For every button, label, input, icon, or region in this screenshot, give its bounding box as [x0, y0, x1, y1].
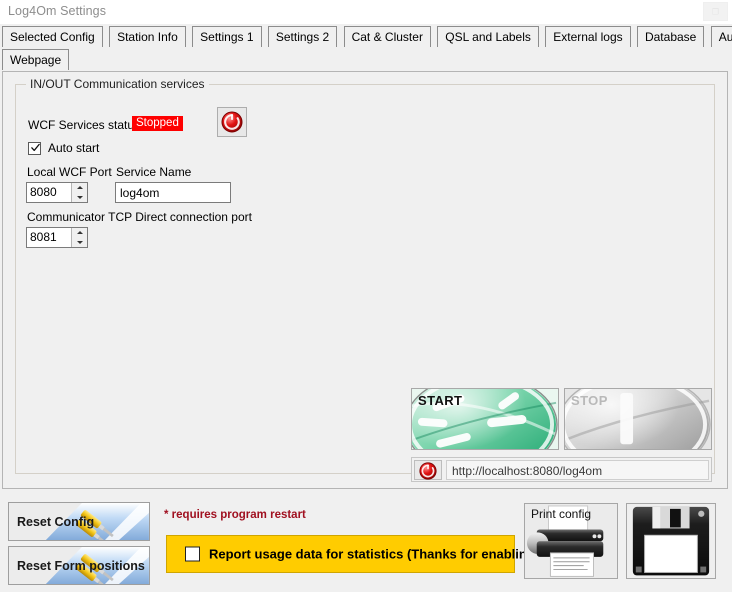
- arrow-up-icon: [76, 231, 83, 234]
- local-wcf-port-label: Local WCF Port: [27, 165, 112, 179]
- wcf-status-label: WCF Services status: [28, 118, 141, 132]
- tab-row-1: Selected Config Station Info Settings 1 …: [2, 26, 732, 47]
- restore-icon: ❐: [711, 7, 720, 16]
- report-usage-checkbox[interactable]: [185, 546, 200, 562]
- reset-config-label: Reset Config: [17, 514, 95, 529]
- tab-cat-and-cluster[interactable]: Cat & Cluster: [343, 26, 431, 47]
- stop-service-button[interactable]: STOP: [564, 388, 712, 450]
- save-config-button[interactable]: [626, 503, 716, 579]
- local-wcf-port-spin-buttons[interactable]: [71, 183, 87, 202]
- groupbox-title: IN/OUT Communication services: [26, 77, 209, 91]
- tcp-direct-port-label: Communicator TCP Direct connection port: [27, 210, 252, 224]
- floppy-disk-icon: [627, 504, 715, 578]
- arrow-down-icon: [76, 195, 83, 199]
- arrow-up-icon: [76, 186, 83, 189]
- title-bar: Log4Om Settings ❐: [0, 0, 732, 24]
- service-name-input[interactable]: log4om: [115, 182, 231, 203]
- tcp-direct-port-increment[interactable]: [72, 228, 87, 238]
- reset-config-button[interactable]: Reset Config: [8, 502, 150, 541]
- service-url-bar: http://localhost:8080/log4om: [411, 457, 712, 482]
- arrow-down-icon: [76, 240, 83, 244]
- local-wcf-port-spinner[interactable]: 8080: [26, 182, 88, 203]
- service-url-input[interactable]: http://localhost:8080/log4om: [446, 460, 709, 480]
- tab-database[interactable]: Database: [636, 26, 705, 47]
- reset-form-positions-label: Reset Form positions: [17, 558, 145, 573]
- restore-window-button[interactable]: ❐: [703, 2, 728, 21]
- local-wcf-port-decrement[interactable]: [72, 193, 87, 203]
- start-button-label: START: [418, 393, 463, 408]
- tcp-direct-port-value: 8081: [30, 230, 57, 244]
- power-refresh-icon: [221, 111, 243, 133]
- tcp-direct-port-spin-buttons[interactable]: [71, 228, 87, 247]
- window-title: Log4Om Settings: [8, 4, 107, 18]
- auto-start-checkbox[interactable]: [28, 142, 41, 155]
- tab-row-2: Webpage: [2, 49, 72, 70]
- local-wcf-port-value: 8080: [30, 185, 57, 199]
- bottom-bar: Reset Config Reset Form positions * requ…: [0, 492, 732, 592]
- service-name-label: Service Name: [116, 165, 192, 179]
- tcp-direct-port-decrement[interactable]: [72, 238, 87, 248]
- print-config-label: Print config: [531, 507, 592, 521]
- power-refresh-icon: [419, 462, 437, 480]
- open-service-url-button[interactable]: [414, 460, 442, 480]
- reset-form-positions-button[interactable]: Reset Form positions: [8, 546, 150, 585]
- service-url-value: http://localhost:8080/log4om: [452, 464, 603, 478]
- local-wcf-port-increment[interactable]: [72, 183, 87, 193]
- refresh-services-button[interactable]: [217, 107, 247, 137]
- tab-strip: Selected Config Station Info Settings 1 …: [0, 24, 732, 72]
- tab-station-info[interactable]: Station Info: [109, 26, 186, 47]
- tab-settings-2[interactable]: Settings 2: [267, 26, 338, 47]
- tcp-direct-port-spinner[interactable]: 8081: [26, 227, 88, 248]
- report-usage-bar[interactable]: Report usage data for statistics (Thanks…: [166, 535, 539, 573]
- settings-window: Log4Om Settings ❐ Selected Config Statio…: [0, 0, 732, 592]
- report-usage-label: Report usage data for statistics (Thanks…: [209, 546, 540, 562]
- tab-audio-config[interactable]: Audio config: [710, 26, 732, 47]
- services-tab-page: IN/OUT Communication services WCF Servic…: [2, 71, 728, 489]
- auto-start-label: Auto start: [48, 141, 100, 155]
- inout-communication-groupbox: IN/OUT Communication services WCF Servic…: [15, 77, 715, 482]
- tab-settings-1[interactable]: Settings 1: [192, 26, 262, 47]
- print-config-button[interactable]: Print config: [524, 503, 618, 579]
- tab-selected-config[interactable]: Selected Config: [2, 26, 103, 47]
- stop-button-label: STOP: [571, 393, 608, 408]
- start-service-button[interactable]: START: [411, 388, 559, 450]
- restart-required-note: * requires program restart: [164, 509, 306, 521]
- tab-webpage[interactable]: Webpage: [2, 49, 70, 70]
- tab-external-logs[interactable]: External logs: [545, 26, 631, 47]
- tab-qsl-and-labels[interactable]: QSL and Labels: [437, 26, 539, 47]
- wcf-status-badge: Stopped: [132, 116, 183, 131]
- service-name-value: log4om: [120, 186, 160, 200]
- checkmark-icon: [31, 143, 40, 152]
